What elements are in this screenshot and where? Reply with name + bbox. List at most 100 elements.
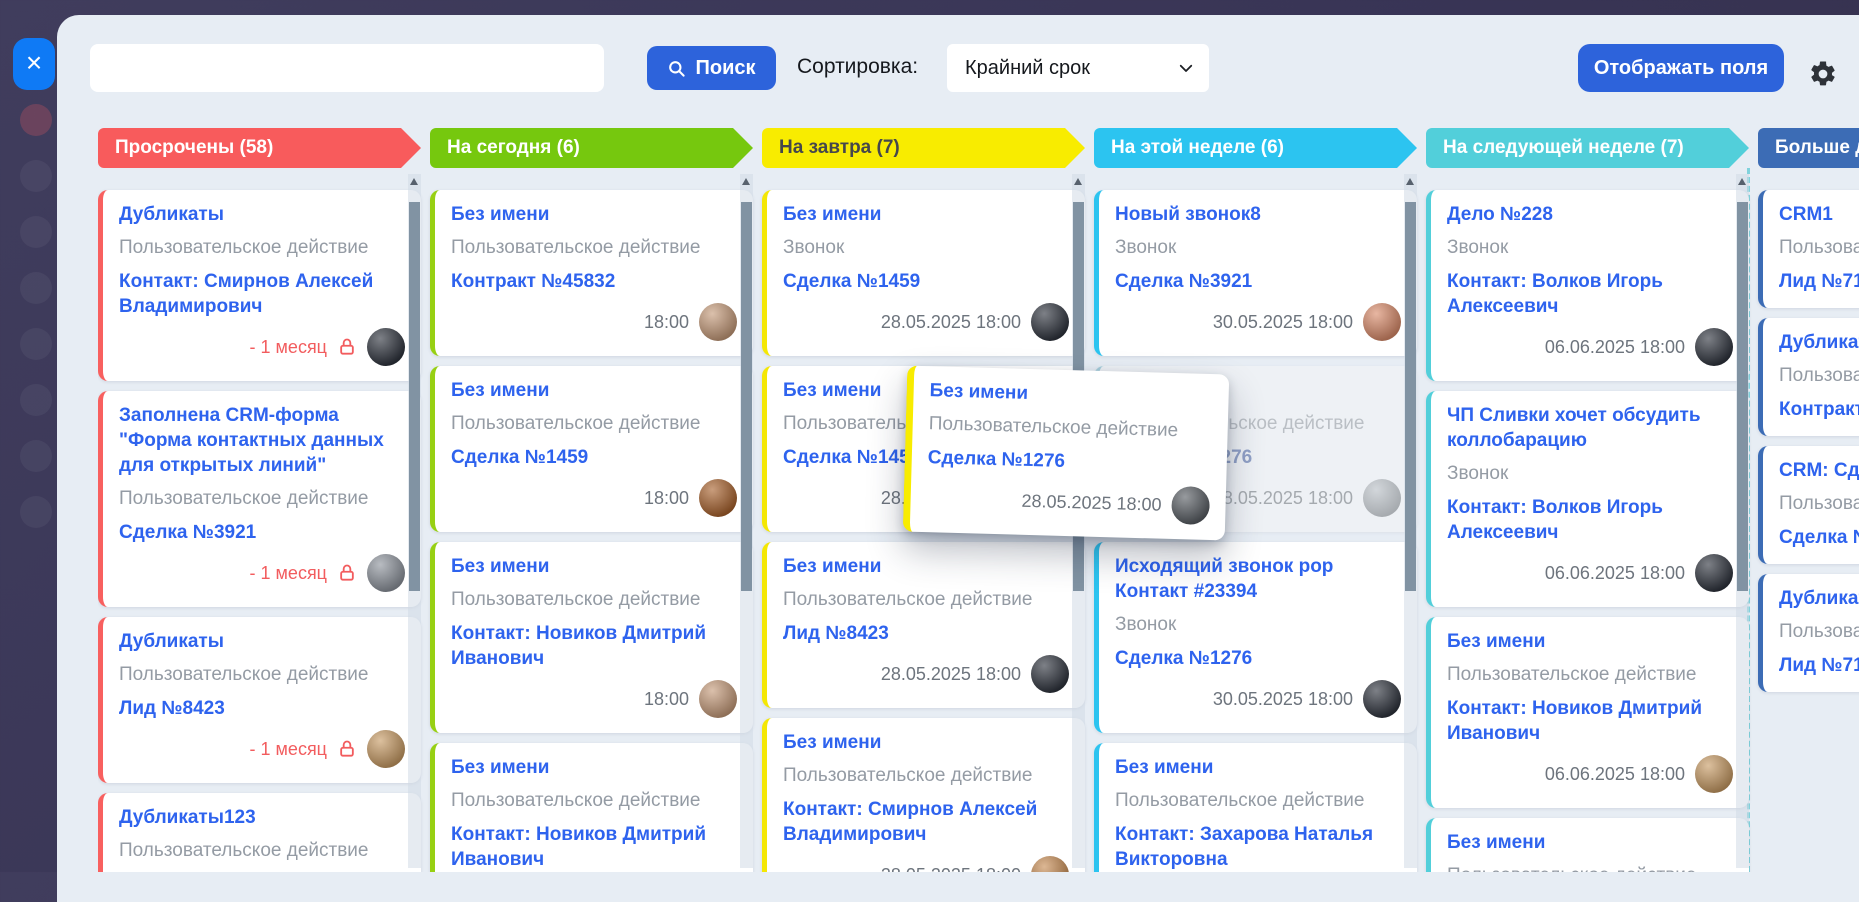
card-footer: - 1 месяц (119, 729, 405, 769)
drag-card[interactable]: Без имени Пользовательское действие Сдел… (902, 365, 1230, 541)
lock-icon (340, 338, 354, 355)
card[interactable]: Новый звонок8 Звонок Сделка №3921 30.05.… (1094, 190, 1417, 356)
scrollbar-thumb[interactable] (1737, 202, 1748, 591)
card-subtitle: Пользовательское действие (1447, 664, 1697, 685)
close-panel-button[interactable]: × (13, 38, 55, 90)
card-link[interactable]: Сделка №3921 (119, 520, 405, 545)
card-date: 28.05.2025 18:00 (1021, 490, 1162, 515)
card[interactable]: ЧП Сливки хочет обсудить коллобарацию Зв… (1426, 391, 1749, 607)
card-link[interactable]: Лид №7126 (1779, 653, 1859, 678)
card-title: Без имени (451, 556, 550, 577)
card-title: CRM: Сдел (1779, 460, 1859, 481)
scroll-up-icon[interactable] (1738, 178, 1746, 185)
scroll-up-icon[interactable] (742, 178, 750, 185)
card-link[interactable]: Сделка №3921 (1115, 269, 1401, 294)
card[interactable]: Дубликаты123 Пользовательское действие К… (98, 793, 421, 872)
card-link[interactable]: Контакт: Новиков Дмитрий Иванович (1447, 696, 1733, 746)
card[interactable]: Дубликаты Пользовательское действие Конт… (1758, 318, 1859, 436)
card[interactable]: Без имени Пользовательское действие Сдел… (430, 366, 753, 532)
avatar (1695, 755, 1733, 793)
card[interactable]: Без имени Пользовательское действие Лид … (762, 542, 1085, 708)
card-link[interactable]: Контракт № (1779, 397, 1859, 422)
card[interactable]: Дубликаты Пользовательское действие Лид … (98, 617, 421, 783)
card-link[interactable]: Контакт: Волков Игорь Алексеевич (1447, 495, 1733, 545)
chevron-down-icon (1179, 64, 1193, 72)
column-scrollbar[interactable] (1404, 174, 1417, 868)
card-link[interactable]: Контакт: Новиков Дмитрий Иванович (451, 822, 737, 872)
column-title: На завтра (7) (779, 137, 900, 158)
card-link[interactable]: Сделка №1 (1779, 525, 1859, 550)
card[interactable]: Без имени Пользовательское действие Конт… (1094, 743, 1417, 872)
card-title: Новый звонок8 (1115, 204, 1261, 225)
avatar (367, 328, 405, 366)
card[interactable]: CRM1 Пользовательское действие Лид №7126 (1758, 190, 1859, 308)
card[interactable]: CRM: Сдел Пользовательское действие Сдел… (1758, 446, 1859, 564)
card-subtitle: Звонок (1447, 463, 1509, 484)
card[interactable]: Без имени Пользовательское действие Конт… (430, 190, 753, 356)
card-link[interactable]: Контакт: Захарова Наталья Викторовна (1115, 822, 1401, 872)
card-footer: 06.06.2025 18:00 (1447, 327, 1733, 367)
scroll-up-icon[interactable] (1074, 178, 1082, 185)
card-link[interactable]: Лид №8423 (783, 621, 1069, 646)
card[interactable]: Без имени Пользовательское действие Конт… (1426, 617, 1749, 808)
column-header: Больше дв (1758, 128, 1859, 168)
card-date: 28.05.2025 18:00 (1212, 487, 1353, 508)
card-date: - 1 месяц (249, 336, 327, 357)
column-header: На сегодня (6) (430, 128, 753, 168)
sidebar-app-icon (20, 216, 52, 248)
card[interactable]: Исходящий звонок pop Контакт #23394 Звон… (1094, 542, 1417, 733)
column: На сегодня (6) Без имени Пользовательско… (430, 128, 753, 872)
card-link[interactable]: Лид №8423 (119, 696, 405, 721)
card-link[interactable]: Контакт: Волков Игорь Алексеевич (1447, 269, 1733, 319)
card-subtitle: Пользовательское действие (928, 413, 1179, 442)
card-title: Без имени (783, 732, 882, 753)
card-subtitle: Пользовательское действие (119, 840, 369, 861)
card[interactable]: Без имени Пользовательское действие Конт… (430, 743, 753, 872)
card-footer: 28.05.2025 18:00 (783, 855, 1069, 872)
card[interactable]: Дубликаты Пользовательское действие Конт… (98, 190, 421, 381)
scroll-up-icon[interactable] (1406, 178, 1414, 185)
column-scrollbar[interactable] (408, 174, 421, 868)
scrollbar-thumb[interactable] (1405, 202, 1416, 591)
card[interactable]: Без имени Звонок Сделка №1459 28.05.2025… (762, 190, 1085, 356)
column-cards: Дело №228 Звонок Контакт: Волков Игорь А… (1426, 168, 1749, 872)
card-link[interactable]: Контакт: Смирнов Алексей Владимирович (119, 269, 405, 319)
card-title: Без имени (929, 380, 1029, 404)
card[interactable]: Дубликаты Пользовательское действие Лид … (1758, 574, 1859, 692)
card[interactable]: Без имени Пользовательское действие Конт… (762, 718, 1085, 872)
card-title: Без имени (451, 204, 550, 225)
scrollbar-thumb[interactable] (409, 202, 420, 591)
avatar (699, 303, 737, 341)
scrollbar-thumb[interactable] (741, 202, 752, 591)
card-link[interactable]: Лид №7126 (1779, 269, 1859, 294)
search-button[interactable]: Поиск (647, 46, 776, 90)
card[interactable]: Заполнена CRM-форма "Форма контактных да… (98, 391, 421, 607)
card-subtitle: Пользовательское действие (1115, 790, 1365, 811)
card-title: Дубликаты123 (119, 807, 256, 828)
card-link[interactable]: Контракт №45832 (451, 269, 737, 294)
card-link[interactable]: Контакт: Смирнов Алексей Владимирович (783, 797, 1069, 847)
avatar (1363, 479, 1401, 517)
card-link[interactable]: Сделка №1459 (783, 269, 1069, 294)
card[interactable]: Дело №228 Звонок Контакт: Волков Игорь А… (1426, 190, 1749, 381)
scroll-up-icon[interactable] (410, 178, 418, 185)
card-subtitle: Пользовательское действие (1779, 621, 1859, 642)
card-link[interactable]: Контакт: Новиков Дмитрий Иванович (451, 621, 737, 671)
card-link[interactable]: Сделка №1276 (927, 445, 1211, 478)
sort-select[interactable]: Крайний срок (947, 44, 1209, 92)
column-header: На следующей неделе (7) (1426, 128, 1749, 168)
search-input[interactable] (90, 44, 604, 92)
avatar (699, 479, 737, 517)
gear-icon[interactable] (1808, 59, 1838, 89)
card-subtitle: Пользовательское действие (783, 765, 1033, 786)
display-fields-button[interactable]: Отображать поля (1578, 44, 1784, 92)
card-link[interactable]: Сделка №1276 (1115, 646, 1401, 671)
card[interactable]: Без имени Пользовательское действие Конт… (430, 542, 753, 733)
card-link[interactable]: Сделка №1459 (451, 445, 737, 470)
sidebar-app-icon (20, 328, 52, 360)
card-title: Без имени (783, 556, 882, 577)
card[interactable]: Без имени Пользовательское действие (1426, 818, 1749, 872)
card-date: - 1 месяц (249, 562, 327, 583)
column-scrollbar[interactable] (1736, 174, 1749, 868)
column-scrollbar[interactable] (740, 174, 753, 868)
